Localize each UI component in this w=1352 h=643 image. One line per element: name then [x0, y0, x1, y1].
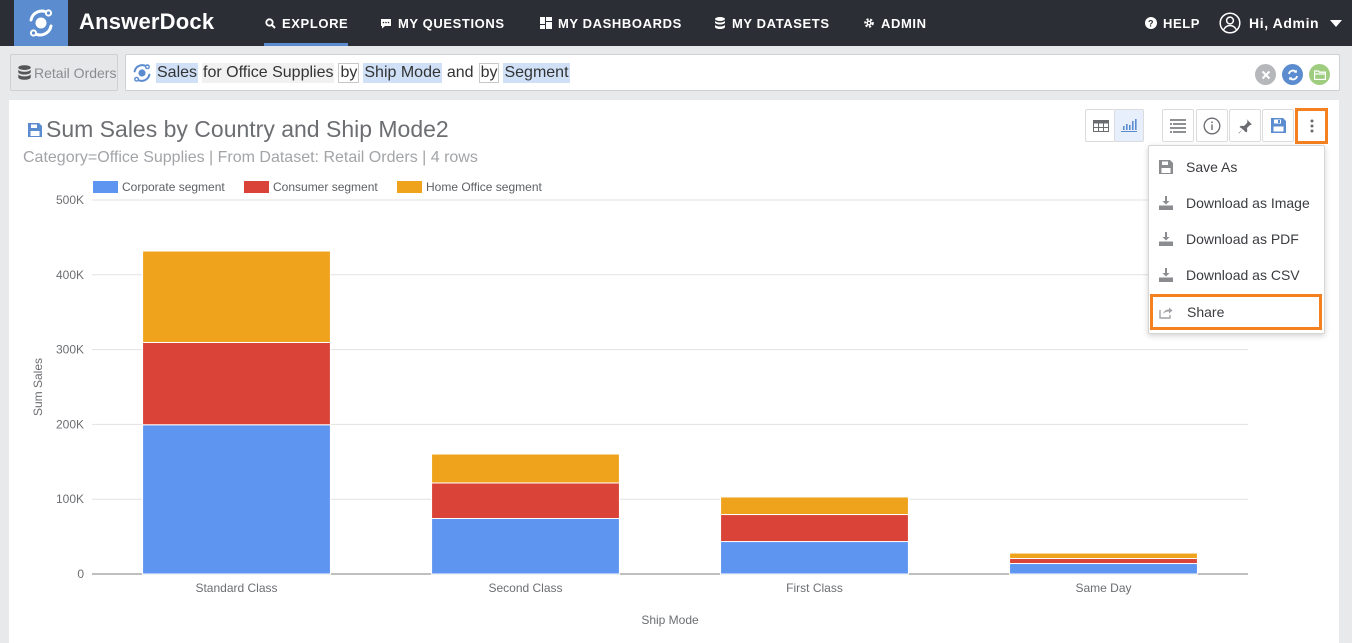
legend-item[interactable]: Home Office segment [397, 180, 542, 194]
y-axis-ticks: 0 100K 200K 300K 400K 500K [56, 193, 84, 581]
menu-item-label: Download as Image [1186, 195, 1310, 211]
x-tick-label: Standard Class [195, 581, 277, 595]
menu-item-label: Download as PDF [1186, 231, 1299, 247]
legend-swatch [244, 181, 269, 193]
legend-label: Consumer segment [273, 180, 378, 194]
legend-item[interactable]: Consumer segment [244, 180, 378, 194]
bar-segment-home-office-segment[interactable] [431, 453, 620, 484]
menu-item-label: Save As [1186, 159, 1238, 175]
menu-item-download-image[interactable]: Download as Image [1149, 186, 1324, 220]
menu-item-label: Share [1187, 304, 1225, 320]
bar-segment-corporate-segment[interactable] [720, 541, 909, 575]
download-icon [1159, 195, 1173, 211]
y-tick-label: 500K [56, 193, 84, 207]
legend-swatch [93, 181, 118, 193]
bar-segment-home-office-segment[interactable] [720, 496, 909, 516]
legend-label: Corporate segment [122, 180, 225, 194]
menu-item-save-as[interactable]: Save As [1149, 150, 1324, 184]
download-icon [1159, 231, 1173, 247]
y-tick-label: 300K [56, 343, 84, 357]
legend: Corporate segment Consumer segment Home Of… [93, 180, 542, 194]
bar-segment-consumer-segment[interactable] [431, 482, 620, 519]
save-icon [1159, 159, 1173, 175]
x-tick-label: Second Class [488, 581, 562, 595]
legend-label: Home Office segment [426, 180, 542, 194]
y-tick-label: 100K [56, 492, 84, 506]
y-tick-label: 0 [77, 567, 84, 581]
y-tick-label: 400K [56, 268, 84, 282]
legend-item[interactable]: Corporate segment [93, 180, 225, 194]
x-tick-label: First Class [786, 581, 843, 595]
legend-swatch [397, 181, 422, 193]
y-tick-label: 200K [56, 417, 84, 431]
download-icon [1159, 267, 1173, 283]
bar-segment-consumer-segment[interactable] [720, 514, 909, 543]
bars [142, 250, 1198, 575]
bar-segment-corporate-segment[interactable] [142, 424, 331, 575]
x-tick-label: Same Day [1075, 581, 1131, 595]
share-icon [1159, 304, 1173, 320]
menu-item-download-pdf[interactable]: Download as PDF [1149, 222, 1324, 256]
bar-segment-home-office-segment[interactable] [1009, 552, 1198, 560]
more-options-menu: Save As Download as Image Download as PD… [1148, 145, 1325, 334]
bar-segment-home-office-segment[interactable] [142, 250, 331, 343]
menu-item-share[interactable]: Share [1150, 294, 1322, 330]
menu-item-download-csv[interactable]: Download as CSV [1149, 258, 1324, 292]
y-axis-label: Sum Sales [31, 358, 45, 416]
menu-item-label: Download as CSV [1186, 267, 1300, 283]
bar-segment-consumer-segment[interactable] [142, 341, 331, 426]
x-axis-label: Ship Mode [641, 613, 699, 627]
bar-segment-consumer-segment[interactable] [1009, 558, 1198, 565]
bar-segment-corporate-segment[interactable] [431, 517, 620, 575]
x-axis-ticks: Standard Class Second Class First Class Sam… [195, 581, 1131, 595]
bar-segment-corporate-segment[interactable] [1009, 563, 1198, 575]
